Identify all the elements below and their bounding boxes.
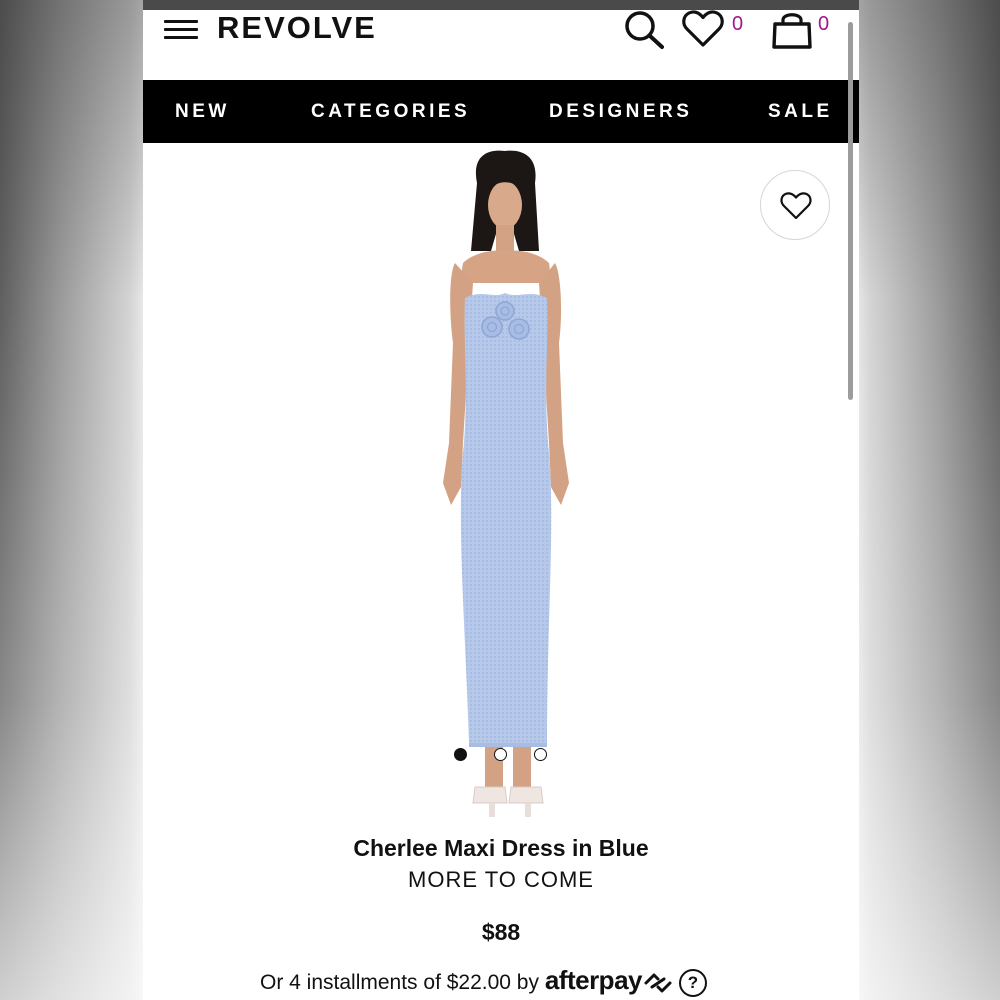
- carousel-dot[interactable]: [534, 748, 547, 761]
- scrollbar[interactable]: [848, 22, 853, 400]
- installments-info: Or 4 installments of $22.00 by afterpay …: [260, 964, 707, 998]
- carousel-dot[interactable]: [494, 748, 507, 761]
- status-strip: [143, 0, 859, 10]
- heart-outline-icon: [780, 192, 812, 220]
- nav-item-sale[interactable]: SALE: [768, 80, 833, 143]
- menu-icon[interactable]: [164, 20, 200, 42]
- afterpay-logo: afterpay: [544, 965, 643, 995]
- favorite-button[interactable]: [760, 170, 830, 240]
- bag-count: 0: [818, 13, 830, 35]
- revolve-logo[interactable]: REVOLVE: [217, 10, 377, 46]
- nav-item-categories[interactable]: CATEGORIES: [311, 80, 470, 143]
- product-image[interactable]: [293, 143, 713, 823]
- product-brand[interactable]: MORE TO COME: [143, 866, 859, 894]
- heart-icon[interactable]: [682, 10, 724, 48]
- product-price: $88: [481, 919, 521, 945]
- nav-item-new[interactable]: NEW: [175, 80, 230, 143]
- main-nav: NEW CATEGORIES DESIGNERS SALE: [143, 80, 859, 143]
- image-carousel-dots: [454, 748, 554, 764]
- site-header: REVOLVE 0 0: [143, 10, 859, 80]
- installments-text: Or 4 installments of $22.00 by: [260, 971, 539, 994]
- help-icon[interactable]: ?: [678, 969, 707, 998]
- afterpay-icon: [644, 973, 672, 993]
- wishlist-count: 0: [732, 13, 744, 35]
- phone-screen: REVOLVE 0 0 NEW CATEGORIES DESIGNERS SAL…: [143, 0, 859, 1000]
- nav-item-designers[interactable]: DESIGNERS: [549, 80, 692, 143]
- search-icon[interactable]: [623, 10, 665, 50]
- shopping-bag-icon[interactable]: [770, 10, 814, 50]
- product-name: Cherlee Maxi Dress in Blue: [353, 835, 649, 861]
- carousel-dot[interactable]: [454, 748, 467, 761]
